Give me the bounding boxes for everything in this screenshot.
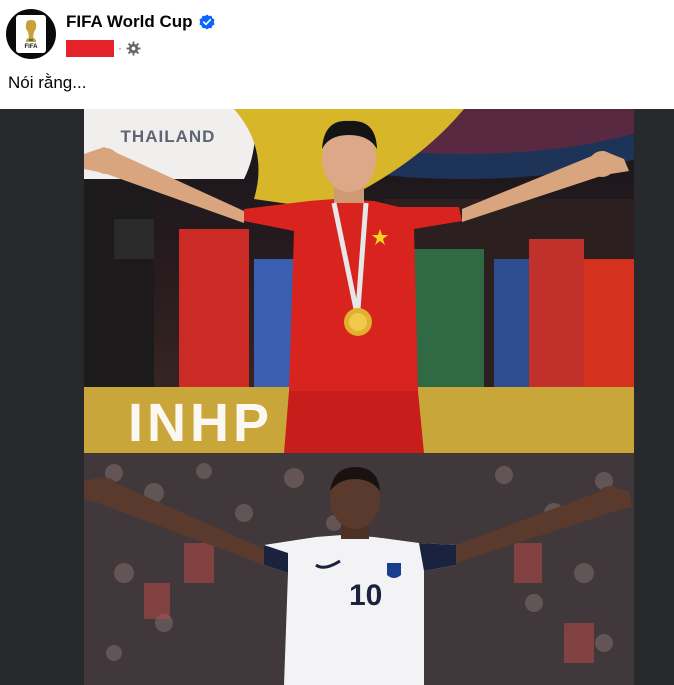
sign-text: THAILAND <box>120 127 216 146</box>
avatar-label: FIFA <box>24 44 38 50</box>
meta-separator: · <box>118 41 122 55</box>
post-header: FIFA FIFA World Cup · <box>0 0 674 66</box>
gear-icon[interactable] <box>126 40 141 56</box>
banner-text: INHP <box>128 393 274 453</box>
photo-collage[interactable]: THAILAND INHP 10 <box>84 109 634 685</box>
page-name-link[interactable]: FIFA World Cup <box>66 12 215 32</box>
photo-bottom-illustration <box>84 453 634 685</box>
page-name[interactable]: FIFA World Cup <box>66 12 193 32</box>
photo-bottom: 10 <box>84 453 634 685</box>
fifa-logo: FIFA <box>16 15 46 53</box>
post-caption: Nói rằng... <box>8 73 87 92</box>
trophy-icon <box>25 20 37 42</box>
redacted-timestamp[interactable] <box>66 39 114 57</box>
verified-badge-icon <box>199 14 215 30</box>
page-avatar[interactable]: FIFA <box>6 9 56 59</box>
post-media[interactable]: THAILAND INHP 10 <box>0 109 674 685</box>
photo-top: THAILAND INHP <box>84 109 634 453</box>
post-meta: · <box>66 39 141 57</box>
jersey-number: 10 <box>349 579 383 612</box>
